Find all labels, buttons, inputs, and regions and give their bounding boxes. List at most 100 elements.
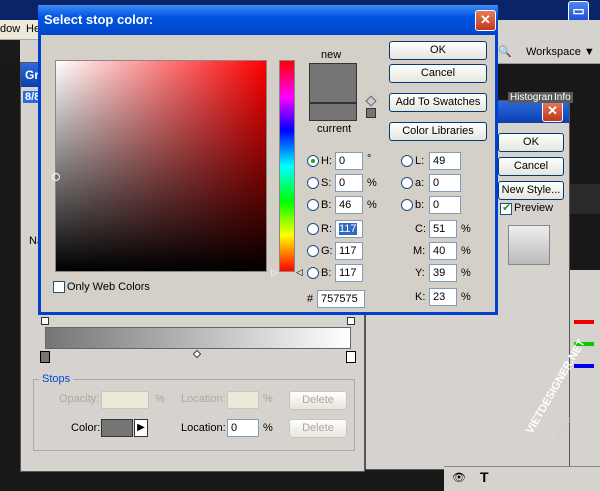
new-label: new xyxy=(321,49,342,61)
color-location-field[interactable]: 0 xyxy=(227,419,259,437)
b-label: B: xyxy=(321,199,332,211)
search-icon[interactable]: 🔍 xyxy=(498,45,512,58)
g-field[interactable]: 117 xyxy=(335,242,363,260)
y-field[interactable]: 39 xyxy=(429,264,457,282)
layer-style-close-icon[interactable]: ✕ xyxy=(542,101,563,122)
new-style-button[interactable]: New Style... xyxy=(498,181,564,200)
color-picker-circle[interactable] xyxy=(52,173,60,181)
c-field[interactable]: 51 xyxy=(429,220,457,238)
color-stop-right[interactable] xyxy=(346,351,356,363)
y-label: Y: xyxy=(415,267,425,279)
blue-field[interactable]: 117 xyxy=(335,264,363,282)
m-label: M: xyxy=(413,245,426,257)
opacity-location-label: Location: xyxy=(181,393,226,405)
s-radio[interactable] xyxy=(307,177,319,189)
dialog-title: Select stop color: xyxy=(38,5,498,35)
c-unit: % xyxy=(461,223,471,235)
l-label: L: xyxy=(415,155,425,167)
opacity-location-unit: % xyxy=(263,393,273,405)
style-preview-thumbnail xyxy=(508,225,550,265)
eye-icon[interactable]: 👁 xyxy=(452,471,466,484)
a-label: a: xyxy=(415,177,425,189)
b-radio[interactable] xyxy=(307,199,319,211)
r-field[interactable]: 117 xyxy=(335,220,363,238)
r-radio[interactable] xyxy=(307,223,319,235)
stops-group xyxy=(33,379,355,451)
cancel-button[interactable]: Cancel xyxy=(389,64,487,83)
color-field[interactable] xyxy=(52,60,267,272)
h-label: H: xyxy=(321,155,332,167)
h-field[interactable]: 0 xyxy=(335,152,363,170)
opacity-stop-left[interactable] xyxy=(41,317,49,325)
lab-b-label: b: xyxy=(415,199,425,211)
ok-button[interactable]: OK xyxy=(389,41,487,60)
type-tool-icon[interactable]: T xyxy=(480,469,489,485)
b-field[interactable]: 46 xyxy=(335,196,363,214)
only-web-colors-checkbox[interactable] xyxy=(53,281,65,293)
midpoint-diamond[interactable] xyxy=(192,349,202,359)
tab-histogram[interactable]: Histogram xyxy=(508,92,558,103)
opacity-location-field[interactable] xyxy=(227,391,259,409)
hex-label: # xyxy=(307,293,314,305)
only-web-colors-label: Only Web Colors xyxy=(67,281,150,293)
layer-style-ok-button[interactable]: OK xyxy=(498,133,564,152)
web-safe-swatch-icon[interactable] xyxy=(366,108,376,118)
layer-style-cancel-button[interactable]: Cancel xyxy=(498,157,564,176)
l-radio[interactable] xyxy=(401,155,413,167)
opacity-delete-button[interactable]: Delete xyxy=(289,391,347,410)
s-label: S: xyxy=(321,177,332,189)
close-icon[interactable]: ✕ xyxy=(475,10,496,31)
hue-slider[interactable] xyxy=(279,60,295,272)
c-label: C: xyxy=(415,223,426,235)
new-color-swatch xyxy=(309,63,357,103)
blue-label: B: xyxy=(321,267,332,279)
hex-field[interactable]: 757575 xyxy=(317,290,365,308)
hue-slider-right-arrow-icon[interactable]: ◁ xyxy=(296,267,303,278)
h-radio[interactable] xyxy=(307,155,319,167)
tools-strip: 👁 T xyxy=(444,466,600,491)
k-field[interactable]: 23 xyxy=(429,288,457,306)
color-location-unit: % xyxy=(263,422,273,434)
current-label: current xyxy=(317,123,352,135)
color-menu-arrow-icon[interactable]: ▶ xyxy=(134,419,148,437)
a-radio[interactable] xyxy=(401,177,413,189)
lab-b-field[interactable]: 0 xyxy=(429,196,461,214)
tab-info[interactable]: Info xyxy=(552,92,573,103)
menu-item-window[interactable]: dow xyxy=(0,23,20,35)
workspace-menu[interactable]: Workspace ▼ xyxy=(526,46,595,58)
color-stop-left[interactable] xyxy=(40,351,50,363)
lab-b-radio[interactable] xyxy=(401,199,413,211)
color-swatch[interactable] xyxy=(101,419,133,437)
add-to-swatches-button[interactable]: Add To Swatches xyxy=(389,93,487,112)
opacity-unit: % xyxy=(155,393,165,405)
opacity-field[interactable] xyxy=(101,391,149,409)
hue-slider-left-arrow-icon[interactable]: ▷ xyxy=(271,267,278,278)
s-field[interactable]: 0 xyxy=(335,174,363,192)
k-label: K: xyxy=(415,291,426,303)
g-radio[interactable] xyxy=(307,245,319,257)
a-field[interactable]: 0 xyxy=(429,174,461,192)
select-stop-color-dialog: Select stop color: ✕ ▷ ◁ new current OK … xyxy=(38,5,498,315)
h-unit: ° xyxy=(367,153,372,165)
y-unit: % xyxy=(461,267,471,279)
blue-radio[interactable] xyxy=(307,267,319,279)
color-libraries-button[interactable]: Color Libraries xyxy=(389,122,487,141)
color-delete-button[interactable]: Delete xyxy=(289,419,347,438)
preview-label: Preview xyxy=(514,202,554,214)
gradient-bar[interactable] xyxy=(45,327,351,349)
r-label: R: xyxy=(321,223,332,235)
b-unit: % xyxy=(367,199,377,211)
out-of-gamut-cube-icon[interactable] xyxy=(365,95,377,107)
preview-checkbox[interactable]: ✔ xyxy=(500,202,512,215)
current-color-swatch[interactable] xyxy=(309,103,357,121)
s-unit: % xyxy=(367,177,377,189)
restore-icon[interactable]: ▭ xyxy=(568,1,589,22)
opacity-stop-right[interactable] xyxy=(347,317,355,325)
l-field[interactable]: 49 xyxy=(429,152,461,170)
side-panel xyxy=(570,270,600,491)
stops-label: Stops xyxy=(39,373,74,385)
color-label: Color: xyxy=(71,422,101,434)
m-unit: % xyxy=(461,245,471,257)
r-field-selected-text: 117 xyxy=(339,223,357,235)
m-field[interactable]: 40 xyxy=(429,242,457,260)
